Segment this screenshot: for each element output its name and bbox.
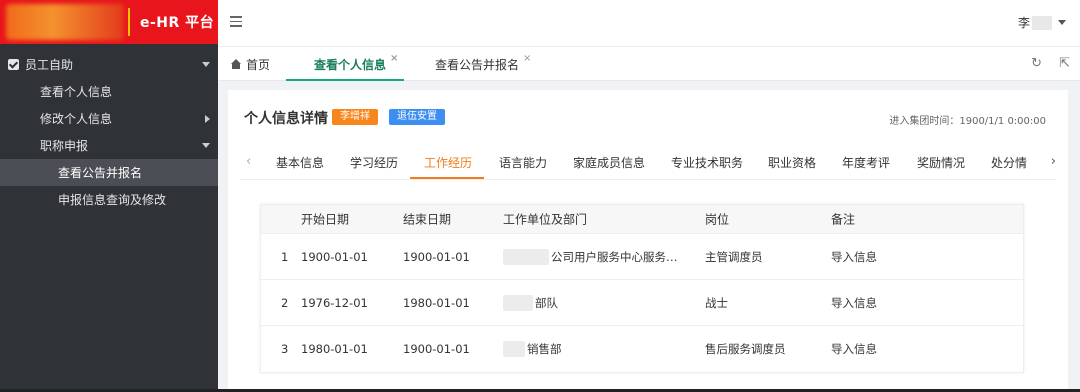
work-unit-text: 销售部 <box>527 342 562 356</box>
page-title: 个人信息详情 <box>244 111 328 127</box>
work-unit: 公司用户服务中心服务… <box>503 248 678 265</box>
redacted-text <box>503 341 525 357</box>
end-date: 1900-01-01 <box>403 249 470 264</box>
sidebar-item-edit-personal-info[interactable]: 修改个人信息 <box>0 105 218 132</box>
personal-info-card: 个人信息详情 李增祥 退伍安置 进入集团时间：1900/1/1 0:00:00 … <box>228 90 1068 390</box>
chevron-down-icon <box>202 143 210 148</box>
work-unit-text: 部队 <box>535 295 558 310</box>
sidebar: e-HR 平台 员工自助 查看个人信息 修改个人信息 职称申报 查看公告并报名 … <box>0 0 218 392</box>
info-subtabs: ‹ 基本信息 学习经历 工作经历 语言能力 家庭成员信息 专业技术职务 职业资格… <box>240 148 1056 180</box>
chevron-left-icon[interactable]: ‹ <box>246 154 251 169</box>
row-index: 3 <box>281 342 289 356</box>
user-menu[interactable]: 李 <box>1018 14 1066 31</box>
sidebar-item-label: 职称申报 <box>40 139 89 153</box>
page-tabs: 首页 查看个人信息 × 查看公告并报名 × ↻ ⇱ <box>218 47 1080 81</box>
redacted-text <box>503 248 549 265</box>
row-index: 1 <box>281 249 289 264</box>
checkbox-icon <box>8 58 19 70</box>
status-badge: 退伍安置 <box>389 109 445 125</box>
subtab-work-history[interactable]: 工作经历 <box>424 154 472 171</box>
subtab-education[interactable]: 学习经历 <box>350 154 398 171</box>
subtab-awards[interactable]: 奖励情况 <box>917 154 965 171</box>
sidebar-subitem-application-query[interactable]: 申报信息查询及修改 <box>0 186 218 213</box>
name-badge: 李增祥 <box>332 109 378 125</box>
menu-fold-icon[interactable] <box>230 16 242 27</box>
app-title: e-HR 平台 <box>140 15 215 31</box>
subtab-discipline[interactable]: 处分情 <box>991 154 1027 171</box>
start-date: 1976-12-01 <box>301 295 368 310</box>
sidebar-item-label: 查看公告并报名 <box>58 166 143 180</box>
start-date: 1900-01-01 <box>301 249 368 264</box>
close-icon[interactable]: × <box>390 53 398 64</box>
sidebar-item-view-personal-info[interactable]: 查看个人信息 <box>0 78 218 105</box>
subtab-annual-review[interactable]: 年度考评 <box>842 154 890 171</box>
work-unit: 销售部 <box>503 341 562 357</box>
post: 主管调度员 <box>705 249 763 264</box>
tab-label: 查看公告并报名 <box>435 57 520 72</box>
end-date: 1900-01-01 <box>403 342 470 356</box>
sidebar-item-title-application[interactable]: 职称申报 <box>0 132 218 159</box>
tab-view-personal-info[interactable]: 查看个人信息 × <box>314 47 398 81</box>
column-header-note: 备注 <box>831 212 856 227</box>
table-row[interactable]: 3 1980-01-01 1900-01-01 销售部 售后服务调度员 导入信息 <box>261 326 1023 372</box>
subtab-qualification[interactable]: 职业资格 <box>768 154 816 171</box>
refresh-icon[interactable]: ↻ <box>1031 56 1042 71</box>
note: 导入信息 <box>831 342 877 356</box>
home-icon <box>230 59 242 69</box>
subtab-language[interactable]: 语言能力 <box>499 154 547 171</box>
table-header: 开始日期 结束日期 工作单位及部门 岗位 备注 <box>261 205 1023 234</box>
active-subtab-indicator <box>410 177 484 179</box>
sidebar-subitem-view-notice[interactable]: 查看公告并报名 <box>0 159 218 186</box>
end-date: 1980-01-01 <box>403 295 470 310</box>
chevron-right-icon <box>205 114 210 123</box>
subtab-basic-info[interactable]: 基本信息 <box>276 154 324 171</box>
column-header-unit: 工作单位及部门 <box>503 212 588 227</box>
tab-home[interactable]: 首页 <box>230 47 270 81</box>
user-name-redacted <box>1032 15 1052 30</box>
row-index: 2 <box>281 295 289 310</box>
table-row[interactable]: 1 1900-01-01 1900-01-01 公司用户服务中心服务… 主管调度… <box>261 234 1023 280</box>
sidebar-item-label: 修改个人信息 <box>40 112 113 126</box>
logo-bar: e-HR 平台 <box>0 0 218 44</box>
menu-group-label: 员工自助 <box>25 57 74 72</box>
subtab-professional-title[interactable]: 专业技术职务 <box>671 154 743 171</box>
user-name: 李 <box>1017 16 1030 30</box>
post: 售后服务调度员 <box>705 342 786 356</box>
column-header-start: 开始日期 <box>301 212 350 227</box>
chevron-down-icon <box>1058 20 1066 25</box>
popout-icon[interactable]: ⇱ <box>1059 56 1070 71</box>
table-row[interactable]: 2 1976-12-01 1980-01-01 部队 战士 导入信息 <box>261 280 1023 326</box>
tab-label: 首页 <box>246 57 271 72</box>
top-header: 李 <box>218 0 1080 47</box>
redacted-text <box>503 294 533 311</box>
work-history-table: 开始日期 结束日期 工作单位及部门 岗位 备注 1 1900-01-01 190… <box>260 204 1024 373</box>
logo-divider <box>128 8 130 36</box>
note: 导入信息 <box>831 295 877 310</box>
start-date: 1980-01-01 <box>301 342 368 356</box>
tab-label: 查看个人信息 <box>314 57 387 72</box>
close-icon[interactable]: × <box>523 53 531 64</box>
note: 导入信息 <box>831 249 877 264</box>
column-header-post: 岗位 <box>705 212 730 227</box>
sidebar-item-label: 查看个人信息 <box>40 85 113 99</box>
work-unit-text: 公司用户服务中心服务… <box>551 249 678 264</box>
work-unit: 部队 <box>503 294 558 311</box>
sidebar-item-label: 申报信息查询及修改 <box>58 193 167 207</box>
join-time-label: 进入集团时间：1900/1/1 0:00:00 <box>889 116 1046 127</box>
tab-view-notice[interactable]: 查看公告并报名 × <box>435 47 531 81</box>
chevron-right-icon[interactable]: › <box>1051 154 1056 169</box>
column-header-end: 结束日期 <box>403 212 452 227</box>
menu-group-employee-self-service[interactable]: 员工自助 <box>0 50 218 78</box>
subtab-family[interactable]: 家庭成员信息 <box>573 154 645 171</box>
chevron-down-icon <box>202 61 210 67</box>
post: 战士 <box>705 295 728 310</box>
active-tab-indicator <box>286 79 404 81</box>
company-logo <box>6 4 124 40</box>
